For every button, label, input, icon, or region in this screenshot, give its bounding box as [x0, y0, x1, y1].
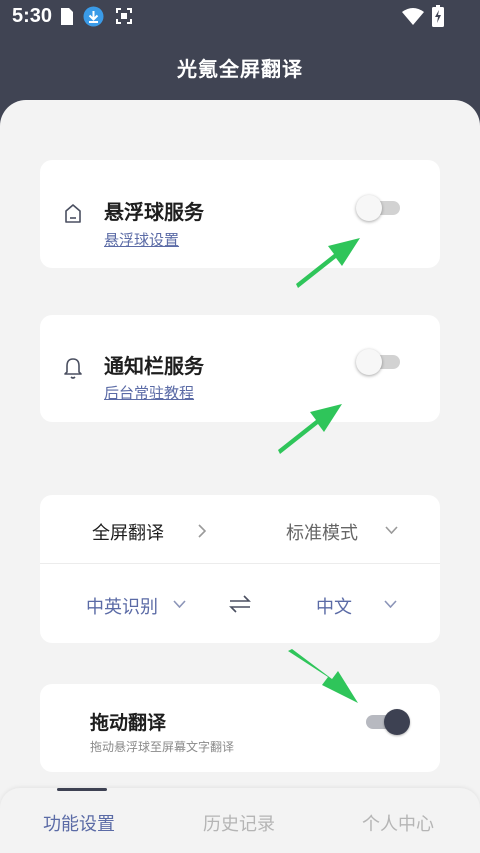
sim-card-icon [61, 8, 73, 25]
chevron-down-icon[interactable] [173, 600, 186, 608]
notification-service-title: 通知栏服务 [104, 354, 204, 378]
status-bar: 5:30 [0, 0, 480, 34]
drag-translate-toggle[interactable] [366, 709, 410, 735]
toggle-knob [356, 195, 382, 221]
nav-active-indicator [57, 788, 107, 791]
fullscreen-translate-label[interactable]: 全屏翻译 [92, 519, 164, 545]
toggle-knob [384, 709, 410, 735]
content-area: 悬浮球服务 悬浮球设置 通知栏服务 后台常驻教程 全屏翻译 标准模式 中英识别 [0, 100, 480, 853]
background-tutorial-link[interactable]: 后台常驻教程 [104, 382, 194, 403]
status-time: 5:30 [12, 5, 53, 27]
battery-charging-icon [432, 5, 444, 27]
drag-translate-subtitle: 拖动悬浮球至屏幕文字翻译 [90, 740, 235, 754]
toggle-knob [356, 349, 382, 375]
translate-mode-select[interactable]: 标准模式 [286, 519, 358, 545]
chevron-down-icon[interactable] [384, 600, 397, 608]
page-title: 光氪全屏翻译 [177, 56, 303, 81]
floating-service-title: 悬浮球服务 [104, 200, 204, 224]
chevron-right-icon[interactable] [198, 524, 206, 538]
floating-ball-icon [65, 204, 81, 223]
swap-icon[interactable] [229, 595, 251, 613]
nav-tab-function-settings[interactable]: 功能设置 [43, 810, 115, 836]
notification-service-card: 通知栏服务 后台常驻教程 [40, 315, 440, 422]
source-language-select[interactable]: 中英识别 [86, 593, 158, 619]
notification-service-toggle[interactable] [356, 349, 400, 375]
divider [40, 563, 440, 564]
nav-tab-profile[interactable]: 个人中心 [362, 810, 434, 836]
arrow-pointer-icon [296, 238, 360, 288]
download-icon [83, 6, 104, 27]
translate-settings-card: 全屏翻译 标准模式 中英识别 中文 [40, 495, 440, 643]
app-header: 光氪全屏翻译 [0, 34, 480, 100]
floating-ball-settings-link[interactable]: 悬浮球设置 [104, 229, 179, 250]
screenshot-icon [116, 8, 132, 24]
bell-icon [64, 358, 82, 379]
target-language-select[interactable]: 中文 [316, 593, 352, 619]
arrow-pointer-icon [278, 404, 342, 454]
drag-translate-title: 拖动翻译 [90, 712, 167, 734]
drag-translate-card: 拖动翻译 拖动悬浮球至屏幕文字翻译 [40, 684, 440, 772]
arrow-pointer-icon [288, 649, 358, 703]
floating-service-toggle[interactable] [356, 195, 400, 221]
wifi-icon [402, 8, 424, 25]
chevron-down-icon[interactable] [385, 526, 398, 534]
bottom-nav: 功能设置 历史记录 个人中心 [0, 788, 480, 853]
nav-tab-history[interactable]: 历史记录 [203, 810, 275, 836]
floating-service-card: 悬浮球服务 悬浮球设置 [40, 160, 440, 268]
